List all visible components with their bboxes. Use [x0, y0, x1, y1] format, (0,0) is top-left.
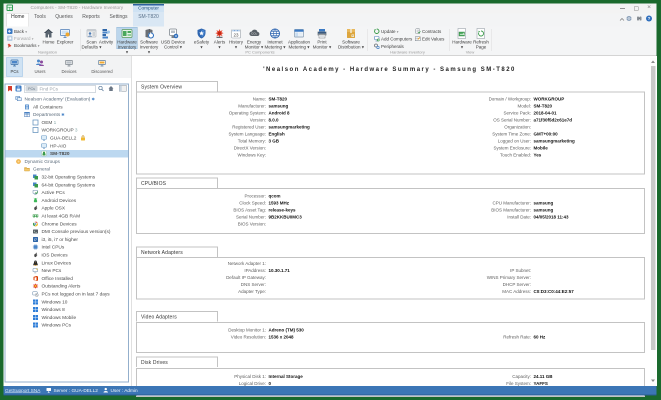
svg-text:23: 23 — [233, 33, 239, 38]
svg-text:CO₂: CO₂ — [251, 32, 258, 36]
